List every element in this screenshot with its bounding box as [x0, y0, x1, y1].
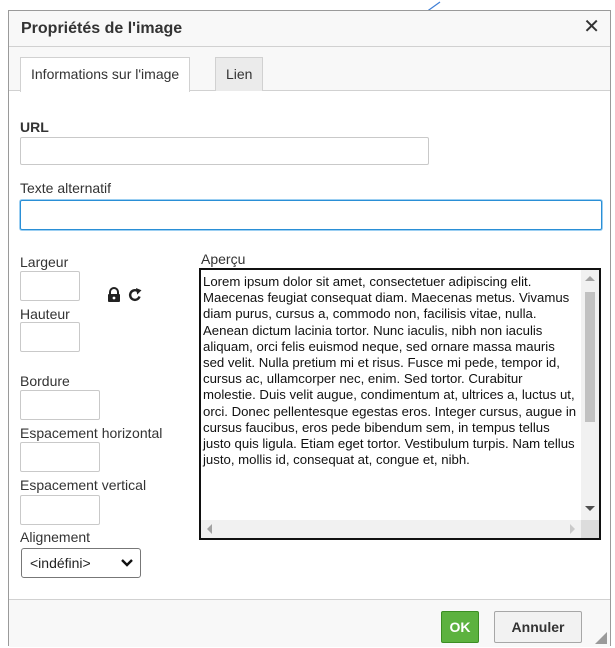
- chevron-down-icon: [121, 559, 133, 567]
- vspace-label: Espacement vertical: [20, 477, 147, 493]
- height-label: Hauteur: [20, 306, 70, 322]
- url-input[interactable]: [20, 137, 429, 165]
- border-input[interactable]: [20, 390, 100, 420]
- width-label: Largeur: [20, 254, 69, 270]
- tab-image-info[interactable]: Informations sur l'image: [20, 57, 191, 92]
- url-label: URL: [20, 119, 49, 135]
- cancel-button[interactable]: Annuler: [494, 611, 582, 643]
- tab-bar: Informations sur l'image Lien: [9, 47, 610, 92]
- scroll-down-icon[interactable]: [585, 506, 595, 511]
- alignment-select[interactable]: <indéfini>: [21, 548, 141, 578]
- scroll-thumb[interactable]: [585, 292, 595, 422]
- tab-link[interactable]: Lien: [215, 57, 264, 91]
- resize-grip-icon[interactable]: [595, 632, 607, 644]
- alt-text-input[interactable]: [20, 200, 602, 230]
- preview-horizontal-scrollbar[interactable]: [201, 520, 581, 538]
- close-icon[interactable]: ✕: [583, 17, 600, 37]
- border-label: Bordure: [20, 373, 70, 389]
- hspace-input[interactable]: [20, 442, 100, 472]
- alignment-label: Alignement: [20, 529, 91, 545]
- width-input[interactable]: [20, 271, 80, 301]
- scroll-right-icon[interactable]: [570, 524, 575, 534]
- preview-vertical-scrollbar[interactable]: [581, 270, 599, 520]
- vspace-input[interactable]: [20, 495, 100, 525]
- image-properties-dialog: Propriétés de l'image ✕ Informations sur…: [8, 10, 611, 647]
- lock-icon[interactable]: [107, 287, 121, 303]
- scroll-left-icon[interactable]: [207, 524, 212, 534]
- preview-box[interactable]: Lorem ipsum dolor sit amet, consectetuer…: [199, 268, 601, 540]
- dialog-titlebar: Propriétés de l'image ✕: [9, 11, 610, 47]
- dialog-title: Propriétés de l'image: [21, 20, 183, 37]
- scrollbar-corner: [581, 520, 599, 538]
- reset-size-icon[interactable]: [128, 287, 142, 303]
- ok-button[interactable]: OK: [441, 611, 479, 643]
- height-input[interactable]: [20, 322, 80, 352]
- preview-label: Aperçu: [201, 251, 246, 267]
- scroll-up-icon[interactable]: [585, 276, 595, 281]
- alt-text-label: Texte alternatif: [20, 180, 112, 196]
- hspace-label: Espacement horizontal: [20, 425, 163, 441]
- alignment-selected-value: <indéfini>: [30, 555, 91, 571]
- dialog-footer: OK Annuler: [9, 599, 610, 647]
- preview-text: Lorem ipsum dolor sit amet, consectetuer…: [203, 274, 577, 468]
